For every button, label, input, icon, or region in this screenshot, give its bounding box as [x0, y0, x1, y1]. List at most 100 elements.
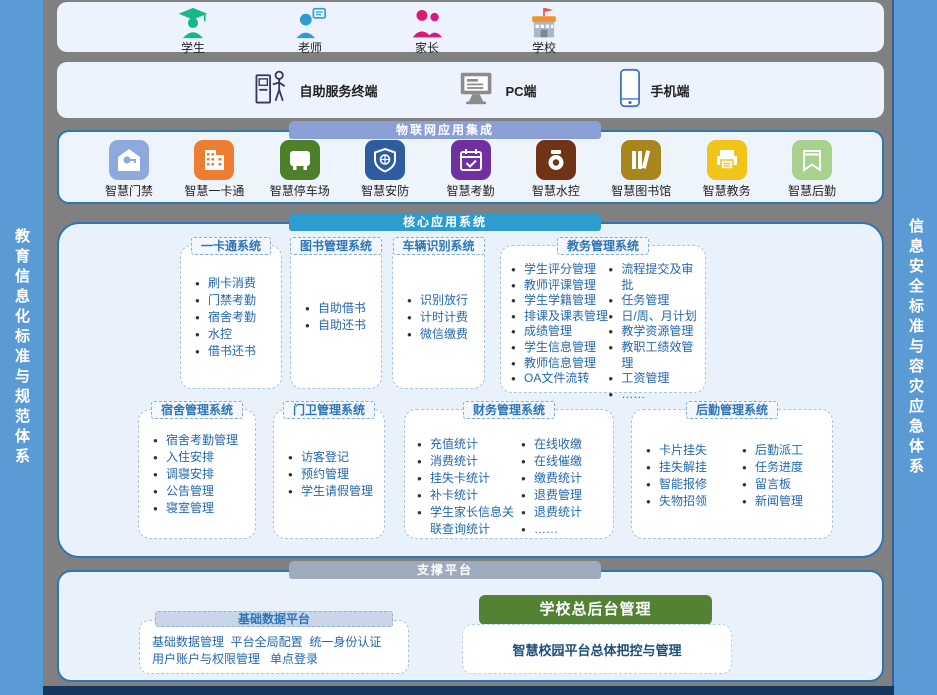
student-icon [162, 7, 224, 39]
academic-system-box: 教务管理系统 学生评分管理教师评课管理学生学籍管理排课及课表管理成绩管理学生信息… [500, 245, 706, 393]
right-security-label: 信息安全标准与容灾应急体系 [908, 218, 923, 478]
list-item: 在线收缴 [521, 436, 582, 453]
iot-parking-label: 智慧停车场 [264, 182, 336, 199]
terminals-panel: 自助服务终端 PC端 [57, 62, 884, 118]
school-admin-body: 智慧校园平台总体把控与管理 [512, 640, 681, 659]
pc-icon [457, 70, 497, 111]
list-item: 预约管理 [288, 466, 384, 483]
library-books-icon [621, 140, 661, 180]
list-item: 补卡统计 [417, 487, 521, 504]
diagram-content: 学生 老师 [57, 0, 884, 695]
user-teacher-label: 老师 [279, 39, 341, 56]
school-admin-box: 智慧校园平台总体把控与管理 [462, 624, 732, 674]
list-item: …… [608, 387, 701, 403]
list-item: 教师信息管理 [511, 356, 608, 372]
terminal-mobile: 手机端 [617, 68, 690, 113]
core-apps-header: 核心应用系统 [289, 213, 601, 231]
phone-icon [617, 68, 643, 113]
academic-system-items-col2: 流程提交及审批任务管理日/周、月计划教学资源管理教职工绩效管理工资管理…… [608, 262, 701, 402]
onecard-icon [194, 140, 234, 180]
gate-system-box: 门卫管理系统 访客登记预约管理学生请假管理 [273, 409, 385, 539]
logistics-system-box: 后勤管理系统 卡片挂失挂失解挂智能报修失物招领 后勤派工任务进度留言板新闻管理 [631, 409, 833, 539]
list-item: 识别放行 [407, 292, 484, 309]
iot-academic-label: 智慧教务 [691, 182, 763, 199]
finance-system-title: 财务管理系统 [463, 401, 555, 419]
iot-door-access: 智慧门禁 [93, 140, 165, 199]
list-item: 公告管理 [153, 483, 255, 500]
list-item: 微信缴费 [407, 326, 484, 343]
iot-logistics-label: 智慧后勤 [776, 182, 848, 199]
core-apps-panel: 核心应用系统 一卡通系统 刷卡消费门禁考勤宿舍考勤水控借书还书 图书管理系统 自… [57, 222, 884, 558]
iot-onecard-label: 智慧一卡通 [178, 182, 250, 199]
terminal-pc: PC端 [457, 70, 536, 111]
list-item: 退费统计 [521, 504, 582, 521]
academic-system-items-col1: 学生评分管理教师评课管理学生学籍管理排课及课表管理成绩管理学生信息管理教师信息管… [511, 262, 608, 402]
list-item: 日/周、月计划 [608, 309, 701, 325]
parents-icon [396, 7, 458, 39]
academic-system-title: 教务管理系统 [557, 237, 649, 255]
iot-header: 物联网应用集成 [289, 121, 601, 139]
list-item: 缴费统计 [521, 470, 582, 487]
list-item: 留言板 [742, 476, 803, 493]
right-security-bar: 信息安全标准与容灾应急体系 [892, 0, 937, 695]
water-control-icon [536, 140, 576, 180]
list-item: 借书还书 [195, 343, 281, 360]
list-item: 退费管理 [521, 487, 582, 504]
iot-security: 智慧安防 [349, 140, 421, 199]
iot-water: 智慧水控 [520, 140, 592, 199]
list-item: OA文件流转 [511, 371, 608, 387]
vehicle-system-title: 车辆识别系统 [392, 237, 484, 255]
logistics-system-items-col1: 卡片挂失挂失解挂智能报修失物招领 [646, 442, 742, 510]
user-school-label: 学校 [513, 39, 575, 56]
iot-water-label: 智慧水控 [520, 182, 592, 199]
list-item: 自助借书 [305, 300, 381, 317]
list-item: 教学资源管理 [608, 324, 701, 340]
support-platform-header: 支撑平台 [289, 561, 601, 579]
list-item: 学生学籍管理 [511, 293, 608, 309]
list-item: 智能报修 [646, 476, 742, 493]
list-item: 学生评分管理 [511, 262, 608, 278]
finance-system-box: 财务管理系统 充值统计消费统计挂失卡统计补卡统计学生家长信息关联查询统计 在线收… [404, 409, 614, 539]
base-data-line1: 基础数据管理 平台全局配置 统一身份认证 [152, 634, 408, 651]
dorm-system-box: 宿舍管理系统 宿舍考勤管理入住安排调寝安排公告管理寝室管理 [138, 409, 256, 539]
attendance-calendar-icon [451, 140, 491, 180]
list-item: 消费统计 [417, 453, 521, 470]
list-item: 门禁考勤 [195, 292, 281, 309]
iot-door-access-label: 智慧门禁 [93, 182, 165, 199]
logistics-system-title: 后勤管理系统 [686, 401, 778, 419]
iot-attendance: 智慧考勤 [435, 140, 507, 199]
left-standards-bar: 教育信息化标准与规范体系 [0, 0, 43, 695]
list-item: 挂失卡统计 [417, 470, 521, 487]
iot-onecard: 智慧一卡通 [178, 140, 250, 199]
iot-library: 智慧图书馆 [605, 140, 677, 199]
base-data-platform-box: 基础数据管理 平台全局配置 统一身份认证 用户账户与权限管理 单点登录 [139, 620, 409, 674]
dorm-system-title: 宿舍管理系统 [151, 401, 243, 419]
list-item: 学生信息管理 [511, 340, 608, 356]
list-item: 寝室管理 [153, 500, 255, 517]
iot-library-label: 智慧图书馆 [605, 182, 677, 199]
iot-security-label: 智慧安防 [349, 182, 421, 199]
list-item: 流程提交及审批 [608, 262, 701, 293]
parking-icon [280, 140, 320, 180]
list-item: 访客登记 [288, 449, 384, 466]
onecard-system-title: 一卡通系统 [191, 237, 271, 255]
list-item: 成绩管理 [511, 324, 608, 340]
library-system-box: 图书管理系统 自助借书自助还书 [290, 245, 382, 389]
base-data-line2: 用户账户与权限管理 单点登录 [152, 651, 408, 668]
list-item: 卡片挂失 [646, 442, 742, 459]
finance-system-items-col1: 充值统计消费统计挂失卡统计补卡统计学生家长信息关联查询统计 [417, 436, 521, 538]
school-admin-title: 学校总后台管理 [479, 595, 712, 625]
kiosk-icon [251, 68, 291, 113]
finance-system-items-col2: 在线收缴在线催缴缴费统计退费管理退费统计…… [521, 436, 582, 538]
user-parents-label: 家长 [396, 39, 458, 56]
list-item: 刷卡消费 [195, 275, 281, 292]
list-item: 学生家长信息关联查询统计 [417, 504, 521, 538]
logistics-system-items-col2: 后勤派工任务进度留言板新闻管理 [742, 442, 803, 510]
list-item: 自助还书 [305, 317, 381, 334]
list-item: 后勤派工 [742, 442, 803, 459]
list-item: 工资管理 [608, 371, 701, 387]
list-item: 教职工绩效管理 [608, 340, 701, 371]
user-teacher: 老师 [279, 7, 341, 56]
list-item: 宿舍考勤 [195, 309, 281, 326]
list-item: 在线催缴 [521, 453, 582, 470]
